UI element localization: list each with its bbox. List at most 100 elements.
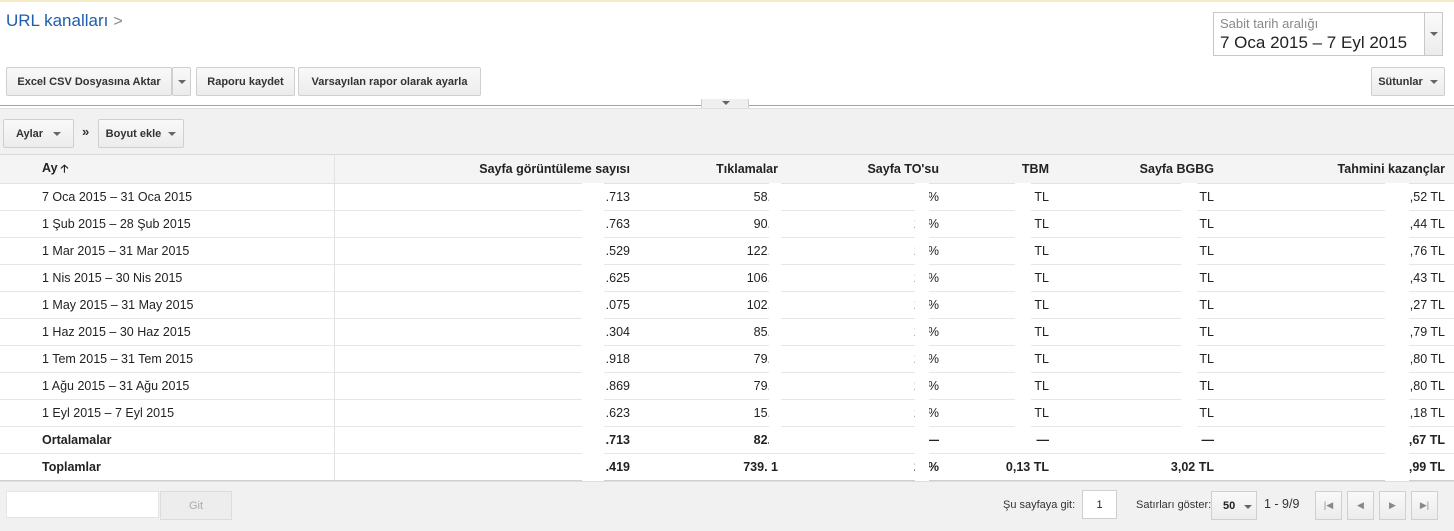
- set-default-report-button[interactable]: Varsayılan rapor olarak ayarla: [298, 67, 481, 96]
- date-range-picker[interactable]: Sabit tarih aralığı 7 Oca 2015 – 7 Eyl 2…: [1213, 12, 1443, 56]
- rows-per-page-label: Satırları göster:: [1136, 499, 1212, 511]
- cell-earnings: 13. ,76 TL: [1223, 237, 1454, 265]
- column-header-page-ctr[interactable]: Sayfa TO'su: [787, 154, 948, 184]
- breadcrumb-chevron-icon: >: [113, 13, 123, 30]
- go-to-row-input[interactable]: [6, 491, 159, 518]
- cell-earnings: 10. ,44 TL: [1223, 210, 1454, 238]
- cell-cpc: 0, TL: [948, 291, 1058, 319]
- cell-earnings: 1. ,18 TL: [1223, 399, 1454, 427]
- cell-cpc: 0 TL: [948, 237, 1058, 265]
- table-row: 1 May 2015 – 31 May 20153. .075102.52, %…: [0, 291, 1454, 319]
- primary-dimension-label: Aylar: [15, 127, 44, 140]
- cell-month: 1 Şub 2015 – 28 Şub 2015: [0, 210, 335, 238]
- table-row: 1 Mar 2015 – 31 Mar 20154. .529122.72, %…: [0, 237, 1454, 265]
- previous-page-button[interactable]: ◀: [1347, 491, 1374, 520]
- cell-month: 1 Nis 2015 – 30 Nis 2015: [0, 264, 335, 292]
- cell-cpc: 0, TL: [948, 372, 1058, 400]
- first-page-icon: |◀: [1323, 500, 1334, 510]
- cell-cpc: 0, TL: [948, 210, 1058, 238]
- report-table: Ay 🡡 Sayfa görüntüleme sayısı Tıklamalar …: [0, 154, 1454, 481]
- pagination-range: 1 - 9/9: [1264, 497, 1300, 511]
- cell-earnings: 7. ,52 TL: [1223, 183, 1454, 211]
- cell-page-rpm: 2, TL: [1058, 399, 1223, 427]
- cell-month: 1 Ağu 2015 – 31 Ağu 2015: [0, 372, 335, 400]
- goto-page-label: Şu sayfaya git:: [1003, 499, 1076, 511]
- chevron-down-icon: [722, 101, 730, 105]
- cell-earnings: 12. ,79 TL: [1223, 318, 1454, 346]
- redaction-mask: [1181, 183, 1197, 453]
- chevron-down-icon: [1429, 79, 1438, 84]
- cell-month: Ortalamalar: [0, 426, 335, 454]
- primary-dimension-select[interactable]: Aylar: [3, 119, 74, 148]
- rows-per-page-select[interactable]: 50: [1211, 491, 1257, 520]
- redaction-mask: [915, 183, 929, 481]
- cell-earnings: 10. ,67 TL: [1223, 426, 1454, 454]
- cell-month: 1 Mar 2015 – 31 Mar 2015: [0, 237, 335, 265]
- cell-clicks: 79.1: [639, 372, 787, 400]
- table-row: 1 Nis 2015 – 30 Nis 20154. .625106.02, %…: [0, 264, 1454, 292]
- last-page-button[interactable]: ▶|: [1411, 491, 1438, 520]
- cell-page-rpm: 2, TL: [1058, 237, 1223, 265]
- go-button[interactable]: Git: [160, 491, 232, 520]
- cell-cpc: 0, TL: [948, 345, 1058, 373]
- table-row: 1 Eyl 2015 – 7 Eyl 2015.62315.42, %0, TL…: [0, 399, 1454, 427]
- save-report-button[interactable]: Raporu kaydet: [196, 67, 295, 96]
- cell-month: 1 Haz 2015 – 30 Haz 2015: [0, 318, 335, 346]
- export-csv-button[interactable]: Excel CSV Dosyasına Aktar: [6, 67, 172, 96]
- cell-month: 1 Eyl 2015 – 7 Eyl 2015: [0, 399, 335, 427]
- column-header-clicks[interactable]: Tıklamalar: [639, 154, 787, 184]
- chevron-down-icon: [1430, 32, 1438, 36]
- columns-button[interactable]: Sütunlar: [1371, 67, 1445, 96]
- next-page-button[interactable]: ▶: [1379, 491, 1406, 520]
- cell-clicks: 58.5: [639, 183, 787, 211]
- columns-button-label: Sütunlar: [1378, 75, 1423, 88]
- cell-page-rpm: 3, TL: [1058, 345, 1223, 373]
- next-page-icon: ▶: [1389, 500, 1396, 510]
- cell-page-rpm: —: [1058, 426, 1223, 454]
- chevron-down-icon: [168, 131, 177, 136]
- redaction-mask: [769, 183, 781, 453]
- cell-earnings: 96. ,99 TL: [1223, 453, 1454, 481]
- cell-earnings: 13. ,43 TL: [1223, 264, 1454, 292]
- top-accent-line: [0, 0, 1454, 2]
- chevron-down-icon: [1244, 505, 1252, 509]
- column-header-month[interactable]: Ay 🡡: [0, 154, 335, 184]
- page-title: URL kanalları >: [6, 11, 123, 31]
- cell-earnings: 10. ,80 TL: [1223, 345, 1454, 373]
- cell-cpc: 0, TL: [948, 318, 1058, 346]
- table-row: 1 Haz 2015 – 30 Haz 20153. .30485.72, %0…: [0, 318, 1454, 346]
- dimension-bar: [0, 108, 1454, 154]
- table-row: 1 Ağu 2015 – 31 Ağu 20153. .86979.12, %0…: [0, 372, 1454, 400]
- first-page-button[interactable]: |◀: [1315, 491, 1342, 520]
- cell-month: Toplamlar: [0, 453, 335, 481]
- cell-clicks: 82.2: [639, 426, 787, 454]
- add-dimension-button[interactable]: Boyut ekle: [98, 119, 184, 148]
- export-dropdown-button[interactable]: [172, 67, 191, 96]
- cell-clicks: 102.5: [639, 291, 787, 319]
- column-header-earnings[interactable]: Tahmini kazançlar: [1223, 154, 1454, 184]
- column-header-page-rpm[interactable]: Sayfa BGBG: [1058, 154, 1223, 184]
- cell-clicks: 79.3: [639, 345, 787, 373]
- table-row: 1 Tem 2015 – 31 Tem 20153. .91879.32, %0…: [0, 345, 1454, 373]
- cell-page-rpm: 4, TL: [1058, 291, 1223, 319]
- table-row: 7 Oca 2015 – 31 Oca 20153. .71358.51, %0…: [0, 183, 1454, 211]
- cell-clicks: 85.7: [639, 318, 787, 346]
- column-header-pageviews[interactable]: Sayfa görüntüleme sayısı: [334, 154, 639, 184]
- dimension-separator: »: [82, 124, 90, 139]
- column-header-cpc[interactable]: TBM: [948, 154, 1058, 184]
- date-range-dropdown[interactable]: [1424, 13, 1442, 55]
- totals-row: Toplamlar31. .419739. 12, %0,13 TL3,02 T…: [0, 453, 1454, 481]
- cell-cpc: 0, TL: [948, 183, 1058, 211]
- table-header-row: Ay 🡡 Sayfa görüntüleme sayısı Tıklamalar …: [0, 154, 1454, 184]
- page-number-input[interactable]: 1: [1082, 490, 1117, 519]
- cell-page-rpm: 2, TL: [1058, 183, 1223, 211]
- cell-cpc: —: [948, 426, 1058, 454]
- cell-month: 7 Oca 2015 – 31 Oca 2015: [0, 183, 335, 211]
- date-range-value: 7 Oca 2015 – 7 Eyl 2015: [1220, 33, 1408, 52]
- cell-cpc: 0,13 TL: [948, 453, 1058, 481]
- cell-page-rpm: 3,02 TL: [1058, 453, 1223, 481]
- cell-clicks: 122.7: [639, 237, 787, 265]
- averages-row: Ortalamalar 3. .713 82.2— — —10. ,67 TL: [0, 426, 1454, 454]
- page-title-link[interactable]: URL kanalları: [6, 11, 108, 30]
- cell-month: 1 May 2015 – 31 May 2015: [0, 291, 335, 319]
